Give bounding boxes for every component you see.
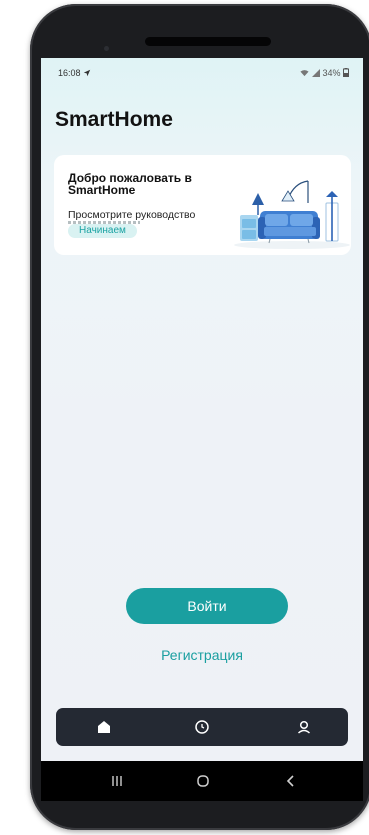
system-navigation-bar: [41, 761, 363, 801]
status-bar: 16:08 34%: [41, 58, 363, 86]
nav-home[interactable]: [94, 717, 114, 737]
battery-icon: [343, 68, 349, 77]
earpiece-speaker: [145, 37, 271, 46]
home-circle-icon: [197, 775, 209, 787]
app-title: SmartHome: [55, 108, 173, 131]
back-icon: [286, 775, 294, 787]
status-time: 16:08: [58, 68, 91, 78]
start-badge[interactable]: Начинаем: [68, 224, 137, 238]
battery-percentage: 34%: [322, 68, 341, 78]
welcome-description: Просмотрите руководство: [68, 209, 196, 221]
home-icon: [98, 721, 110, 733]
clock-icon: [195, 720, 209, 734]
login-button[interactable]: Войти: [126, 588, 288, 624]
bottom-navigation: [56, 708, 348, 746]
system-back[interactable]: [283, 773, 299, 789]
signal-icon: [311, 69, 320, 77]
status-time-text: 16:08: [58, 68, 81, 78]
system-recents[interactable]: [109, 773, 125, 789]
living-room-illustration: [234, 180, 350, 249]
register-link[interactable]: Регистрация: [41, 647, 363, 663]
nav-profile[interactable]: [294, 717, 314, 737]
location-arrow-icon: [83, 69, 91, 77]
system-home[interactable]: [195, 773, 211, 789]
front-camera: [104, 46, 109, 51]
recents-icon: [112, 776, 122, 786]
welcome-card[interactable]: Добро пожаловать в SmartHome Просмотрите…: [54, 155, 351, 255]
phone-frame: 16:08 34% SmartHome Добро пожаловать в S…: [30, 4, 369, 830]
nav-history[interactable]: [192, 717, 212, 737]
welcome-title: Добро пожаловать в SmartHome: [68, 171, 192, 197]
status-indicators: 34%: [300, 68, 349, 78]
user-icon: [297, 720, 311, 734]
app-screen: 16:08 34% SmartHome Добро пожаловать в S…: [41, 58, 363, 761]
wifi-icon: [300, 70, 309, 77]
